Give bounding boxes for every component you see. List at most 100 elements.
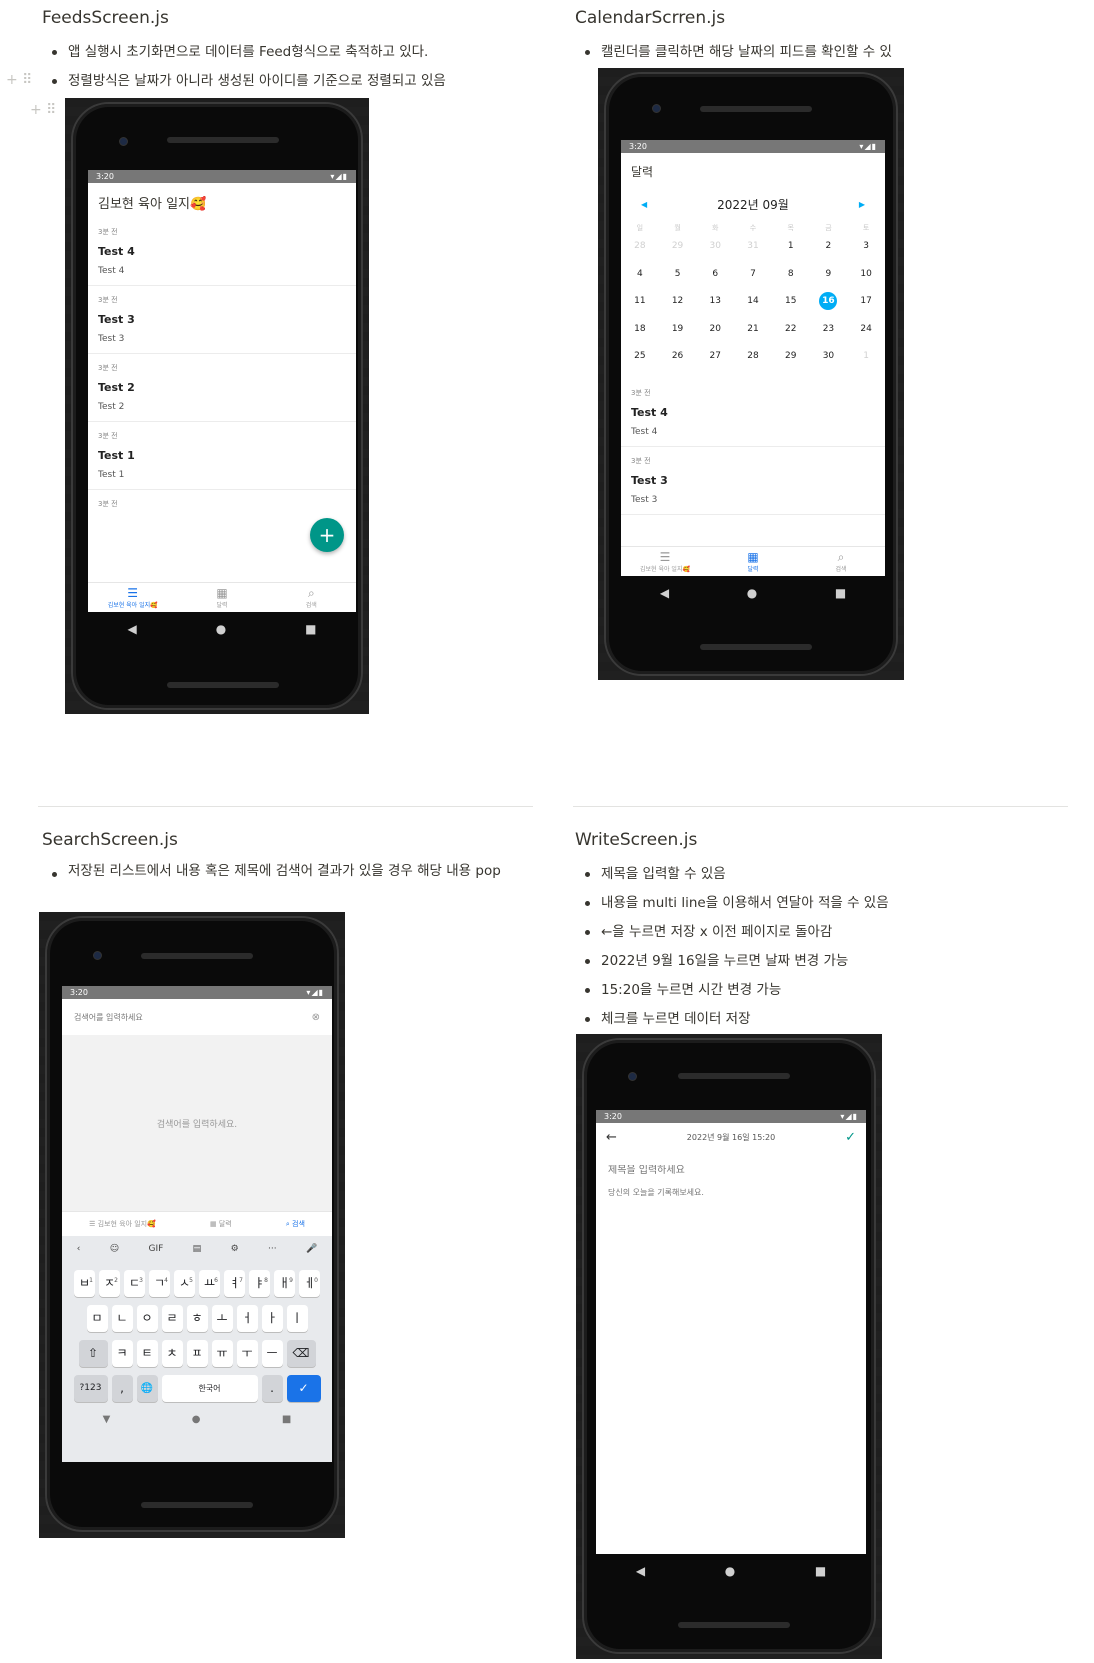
period-key[interactable]: .: [261, 1375, 283, 1402]
calendar-day[interactable]: 11: [621, 288, 659, 316]
keyboard-key[interactable]: ㅏ: [261, 1305, 283, 1332]
emoji-icon[interactable]: ☺: [110, 1244, 119, 1254]
keyboard-key[interactable]: ㅅ5: [174, 1270, 195, 1297]
keyboard-key[interactable]: ㅂ1: [74, 1270, 95, 1297]
recent-nav-icon[interactable]: ■: [282, 1414, 291, 1425]
prev-month-icon[interactable]: ◀: [641, 200, 647, 209]
tab-calendar[interactable]: ▦ 달력: [178, 586, 266, 609]
calendar-day[interactable]: 18: [621, 316, 659, 344]
home-nav-icon[interactable]: ●: [725, 1564, 735, 1578]
comma-key[interactable]: ,: [111, 1375, 133, 1402]
recent-nav-icon[interactable]: ■: [835, 586, 846, 600]
settings-icon[interactable]: ⚙: [231, 1244, 239, 1254]
clipboard-icon[interactable]: ▤: [193, 1244, 202, 1254]
keyboard-key[interactable]: ㅜ: [236, 1340, 258, 1367]
calendar-day[interactable]: 17: [847, 288, 885, 316]
keyboard-key[interactable]: ㅔ0: [299, 1270, 320, 1297]
calendar-day[interactable]: 24: [847, 316, 885, 344]
shift-key[interactable]: ⇧: [78, 1340, 108, 1367]
home-nav-icon[interactable]: ●: [216, 622, 226, 636]
keyboard-key[interactable]: ㅋ: [111, 1340, 133, 1367]
space-key[interactable]: 한국어: [161, 1375, 258, 1402]
keyboard-key[interactable]: ㅛ6: [199, 1270, 220, 1297]
calendar-day[interactable]: 29: [772, 343, 810, 371]
calendar-day[interactable]: 14: [734, 288, 772, 316]
keyboard-key[interactable]: ㅈ2: [99, 1270, 120, 1297]
tab-calendar[interactable]: ▦ 달력: [709, 550, 796, 573]
gif-button[interactable]: GIF: [148, 1244, 163, 1254]
enter-key[interactable]: ✓: [286, 1375, 321, 1402]
keyboard-key[interactable]: ㄴ: [111, 1305, 133, 1332]
calendar-day[interactable]: 15: [772, 288, 810, 316]
calendar-day[interactable]: 13: [696, 288, 734, 316]
keyboard-key[interactable]: ㅍ: [186, 1340, 208, 1367]
feed-item[interactable]: 3분 전: [88, 490, 356, 518]
more-icon[interactable]: ···: [268, 1244, 277, 1254]
tab-search[interactable]: ⌕ 검색: [797, 550, 884, 573]
keyboard-key[interactable]: ㅐ9: [274, 1270, 295, 1297]
date-picker-button[interactable]: 2022년 9월 16일: [687, 1133, 750, 1142]
back-nav-icon[interactable]: ◀: [636, 1564, 645, 1578]
keyboard-key[interactable]: ㅕ7: [224, 1270, 245, 1297]
tab-search[interactable]: ⌕ 검색: [267, 586, 355, 609]
calendar-day[interactable]: 5: [659, 261, 697, 289]
time-picker-button[interactable]: 15:20: [752, 1133, 775, 1142]
drag-handle-icon[interactable]: + ⠿: [30, 102, 56, 118]
keyboard-key[interactable]: ㅠ: [211, 1340, 233, 1367]
calendar-day[interactable]: 26: [659, 343, 697, 371]
calendar-day[interactable]: 2: [810, 233, 848, 261]
drag-handle-icon[interactable]: + ⠿: [6, 72, 32, 88]
keyboard-key[interactable]: ㄷ3: [124, 1270, 145, 1297]
calendar-day[interactable]: 7: [734, 261, 772, 289]
globe-icon[interactable]: 🌐: [136, 1375, 158, 1402]
feed-item[interactable]: 3분 전 Test 4 Test 4: [88, 218, 356, 286]
backspace-key[interactable]: ⌫: [286, 1340, 316, 1367]
keyboard-key[interactable]: ㅗ: [211, 1305, 233, 1332]
calendar-day[interactable]: 8: [772, 261, 810, 289]
calendar-day[interactable]: 6: [696, 261, 734, 289]
keyboard-hide-icon[interactable]: ▼: [103, 1414, 111, 1425]
keyboard-key[interactable]: ㅌ: [136, 1340, 158, 1367]
calendar-day[interactable]: 21: [734, 316, 772, 344]
back-tool-icon[interactable]: ‹: [77, 1244, 81, 1254]
keyboard-key[interactable]: ㅎ: [186, 1305, 208, 1332]
back-nav-icon[interactable]: ◀: [127, 622, 136, 636]
calendar-day[interactable]: 1: [772, 233, 810, 261]
home-nav-icon[interactable]: ●: [747, 586, 757, 600]
recent-nav-icon[interactable]: ■: [305, 622, 316, 636]
feed-item[interactable]: 3분 전 Test 2 Test 2: [88, 354, 356, 422]
next-month-icon[interactable]: ▶: [859, 200, 865, 209]
keyboard-key[interactable]: ㅓ: [236, 1305, 258, 1332]
home-nav-icon[interactable]: ●: [192, 1414, 201, 1425]
title-input[interactable]: [608, 1165, 848, 1176]
search-input[interactable]: [74, 1012, 274, 1022]
mic-icon[interactable]: 🎤: [306, 1244, 317, 1254]
calendar-day[interactable]: 1: [847, 343, 885, 371]
tab-search[interactable]: ⌕ 검색: [286, 1219, 305, 1229]
feed-item[interactable]: 3분 전 Test 4 Test 4: [621, 379, 885, 447]
keyboard-key[interactable]: ㅇ: [136, 1305, 158, 1332]
back-nav-icon[interactable]: ◀: [660, 586, 669, 600]
calendar-day[interactable]: 28: [621, 233, 659, 261]
keyboard-key[interactable]: ㄱ4: [149, 1270, 170, 1297]
calendar-day[interactable]: 22: [772, 316, 810, 344]
tab-feeds[interactable]: ☰ 김보현 육아 일지🥰: [621, 550, 708, 573]
tab-feeds[interactable]: ☰ 김보현 육아 일지🥰: [88, 586, 176, 609]
calendar-day[interactable]: 16: [810, 288, 848, 316]
feed-item[interactable]: 3분 전 Test 3 Test 3: [88, 286, 356, 354]
save-check-icon[interactable]: ✓: [845, 1130, 856, 1145]
keyboard-key[interactable]: ㅡ: [261, 1340, 283, 1367]
calendar-day[interactable]: 9: [810, 261, 848, 289]
calendar-day[interactable]: 12: [659, 288, 697, 316]
keyboard-key[interactable]: ㅊ: [161, 1340, 183, 1367]
calendar-day[interactable]: 31: [734, 233, 772, 261]
body-textarea[interactable]: [608, 1187, 854, 1487]
back-arrow-icon[interactable]: ←: [606, 1130, 617, 1145]
calendar-day[interactable]: 30: [696, 233, 734, 261]
keyboard-key[interactable]: ㅣ: [286, 1305, 308, 1332]
keyboard-key[interactable]: ㄹ: [161, 1305, 183, 1332]
clear-icon[interactable]: ⊗: [312, 1012, 320, 1023]
tab-feeds[interactable]: ☰ 김보현 육아 일지🥰: [89, 1219, 156, 1229]
keyboard-key[interactable]: ㅑ8: [249, 1270, 270, 1297]
calendar-day[interactable]: 10: [847, 261, 885, 289]
